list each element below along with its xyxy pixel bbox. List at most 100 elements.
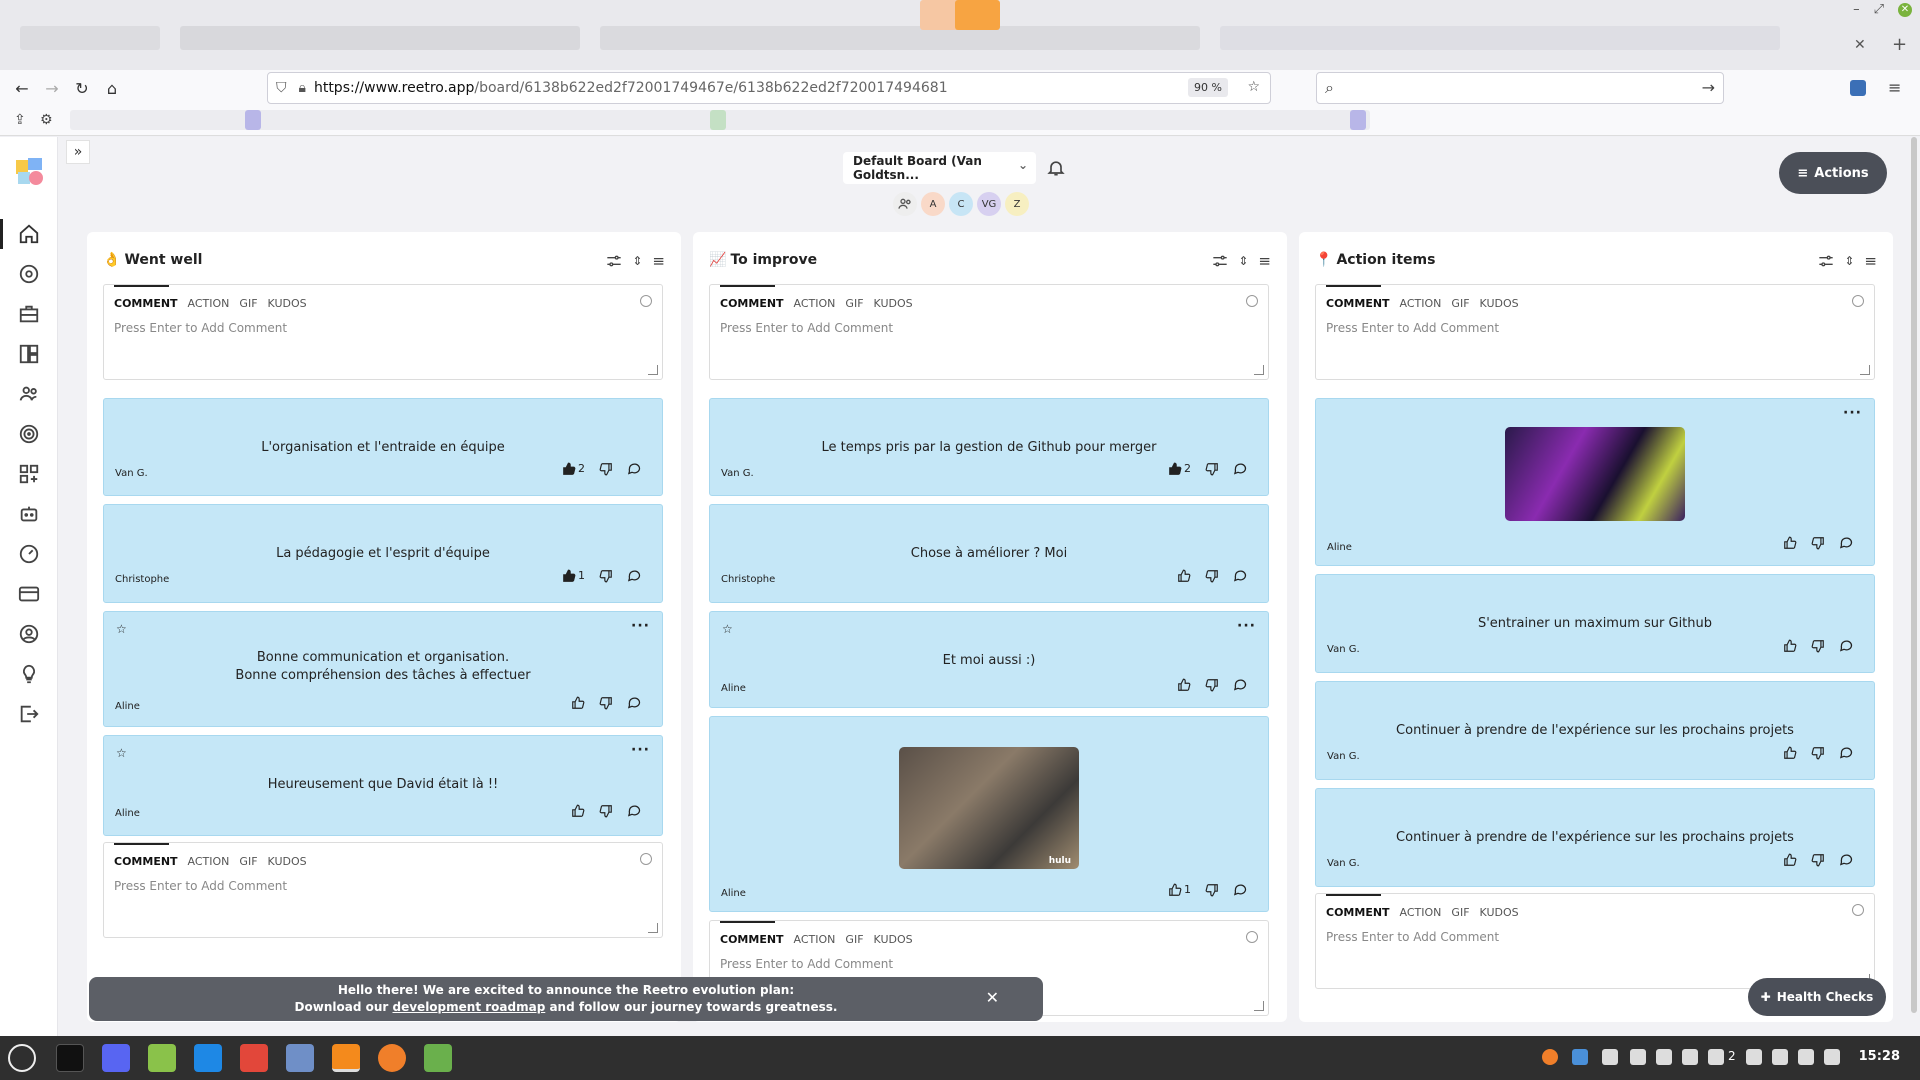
retro-card[interactable]: Continuer à prendre de l'expérience sur … xyxy=(1315,681,1875,780)
comment-composer[interactable]: COMMENT ACTION GIF KUDOS Press Enter to Add … xyxy=(103,842,663,938)
tray-wifi-icon[interactable] xyxy=(1772,1049,1788,1065)
comment-icon[interactable] xyxy=(1839,535,1854,550)
actions-button[interactable]: ≡ Actions xyxy=(1779,152,1887,194)
go-arrow-icon[interactable]: → xyxy=(1702,78,1715,97)
comment-icon[interactable] xyxy=(627,695,642,710)
comment-input[interactable]: Press Enter to Add Comment xyxy=(114,321,287,335)
comment-icon[interactable] xyxy=(627,461,642,476)
close-tab-icon[interactable]: ✕ xyxy=(1854,37,1866,53)
comment-input[interactable]: Press Enter to Add Comment xyxy=(114,879,287,893)
comment-composer[interactable]: COMMENT ACTION GIF KUDOS Press Enter to Add … xyxy=(709,284,1269,380)
composer-tab-gif[interactable]: GIF xyxy=(239,297,257,310)
comment-input[interactable]: Press Enter to Add Comment xyxy=(720,321,893,335)
dislike-button[interactable] xyxy=(1811,853,1825,867)
like-button[interactable]: 2 xyxy=(562,462,585,476)
tray-clipboard-icon[interactable] xyxy=(1656,1049,1672,1065)
new-tab-icon[interactable]: + xyxy=(1892,34,1907,55)
more-options-icon[interactable]: ··· xyxy=(631,742,650,758)
tray-xampp-icon[interactable] xyxy=(1542,1049,1558,1065)
bookmark-star-icon[interactable]: ☆ xyxy=(1247,79,1260,95)
tray-discord-icon[interactable] xyxy=(1602,1049,1618,1065)
emoji-icon[interactable] xyxy=(640,853,652,865)
comment-input[interactable]: Press Enter to Add Comment xyxy=(720,957,893,971)
retro-card[interactable]: Le temps pris par la gestion de Github p… xyxy=(709,398,1269,496)
composer-tab-kudos[interactable]: KUDOS xyxy=(1480,297,1519,310)
sort-icon[interactable]: ⇕ xyxy=(632,254,642,268)
like-button[interactable] xyxy=(1177,678,1191,692)
health-checks-button[interactable]: ✚ Health Checks xyxy=(1748,978,1886,1016)
composer-tab-kudos[interactable]: KUDOS xyxy=(268,855,307,868)
resize-handle-icon[interactable] xyxy=(1254,365,1264,375)
composer-tab-comment[interactable]: COMMENT xyxy=(114,285,178,310)
composer-tab-action[interactable]: ACTION xyxy=(1400,297,1442,310)
composer-tab-comment[interactable]: COMMENT xyxy=(1326,894,1390,919)
like-button[interactable] xyxy=(1783,853,1797,867)
url-bar[interactable]: ⛉ 🔒︎ https://www.reetro.app /board/6138b… xyxy=(267,72,1271,104)
extension-icon[interactable] xyxy=(1850,80,1866,96)
tray-bluetooth2-icon[interactable] xyxy=(1630,1049,1646,1065)
composer-tab-action[interactable]: ACTION xyxy=(794,933,836,946)
composer-tab-kudos[interactable]: KUDOS xyxy=(874,297,913,310)
firefox-icon[interactable] xyxy=(332,1044,360,1072)
menu-icon[interactable]: ≡ xyxy=(1888,78,1901,97)
star-icon[interactable]: ☆ xyxy=(116,746,127,760)
resize-handle-icon[interactable] xyxy=(648,923,658,933)
logout-icon[interactable] xyxy=(17,702,41,726)
search-bar[interactable]: ⌕ → xyxy=(1316,72,1724,104)
composer-tab-kudos[interactable]: KUDOS xyxy=(268,297,307,310)
members-icon[interactable] xyxy=(893,192,917,216)
comment-input[interactable]: Press Enter to Add Comment xyxy=(1326,321,1499,335)
like-button[interactable]: 1 xyxy=(562,569,585,583)
more-options-icon[interactable]: ··· xyxy=(631,618,650,634)
dislike-button[interactable] xyxy=(1811,639,1825,653)
profile-icon[interactable] xyxy=(17,622,41,646)
member-avatar[interactable]: VG xyxy=(977,192,1001,216)
emoji-icon[interactable] xyxy=(1852,904,1864,916)
comment-composer[interactable]: COMMENT ACTION GIF KUDOS Press Enter to Add … xyxy=(103,284,663,380)
like-button[interactable]: 2 xyxy=(1168,462,1191,476)
like-button[interactable] xyxy=(1783,639,1797,653)
board-selector[interactable]: Default Board (Van Goldtsn... ⌄ xyxy=(843,152,1036,184)
member-avatar[interactable]: C xyxy=(949,192,973,216)
retro-card[interactable]: S'entrainer un maximum sur Github Van G. xyxy=(1315,574,1875,673)
filter-icon[interactable] xyxy=(1212,254,1228,268)
layout-icon[interactable] xyxy=(17,342,41,366)
dislike-button[interactable] xyxy=(1205,462,1219,476)
tray-notification-icon[interactable] xyxy=(1708,1049,1724,1065)
like-button[interactable] xyxy=(571,696,585,710)
apps-icon[interactable] xyxy=(17,462,41,486)
comment-composer[interactable]: COMMENT ACTION GIF KUDOS Press Enter to Add … xyxy=(1315,893,1875,989)
retro-card[interactable]: ☆ ··· Et moi aussi :) Aline xyxy=(709,611,1269,708)
retro-card[interactable]: Continuer à prendre de l'expérience sur … xyxy=(1315,788,1875,887)
composer-tab-action[interactable]: ACTION xyxy=(1400,906,1442,919)
gauge-icon[interactable] xyxy=(17,542,41,566)
home-nav-icon[interactable] xyxy=(17,222,41,246)
resize-handle-icon[interactable] xyxy=(1860,365,1870,375)
mail-icon[interactable] xyxy=(286,1044,314,1072)
settings-icon[interactable] xyxy=(17,262,41,286)
resize-handle-icon[interactable] xyxy=(648,365,658,375)
sort-icon[interactable]: ⇕ xyxy=(1844,254,1854,268)
more-options-icon[interactable]: ··· xyxy=(1843,405,1862,421)
tray-volume-icon[interactable] xyxy=(1798,1049,1814,1065)
retro-card[interactable]: ··· Aline xyxy=(1315,398,1875,566)
comment-icon[interactable] xyxy=(1233,461,1248,476)
retro-card[interactable]: L'organisation et l'entraide en équipe Va… xyxy=(103,398,663,496)
reetro-logo[interactable] xyxy=(14,156,46,188)
composer-tab-action[interactable]: ACTION xyxy=(188,855,230,868)
filter-icon[interactable] xyxy=(1818,254,1834,268)
comment-icon[interactable] xyxy=(1839,638,1854,653)
robot-icon[interactable] xyxy=(17,502,41,526)
comment-input[interactable]: Press Enter to Add Comment xyxy=(1326,930,1499,944)
lightbulb-icon[interactable] xyxy=(17,662,41,686)
composer-tab-comment[interactable]: COMMENT xyxy=(114,843,178,868)
member-avatar[interactable]: Z xyxy=(1005,192,1029,216)
comment-icon[interactable] xyxy=(1839,852,1854,867)
dislike-button[interactable] xyxy=(1811,746,1825,760)
dislike-button[interactable] xyxy=(599,696,613,710)
discord-icon[interactable] xyxy=(102,1044,130,1072)
dislike-button[interactable] xyxy=(1205,883,1219,897)
xampp-icon[interactable] xyxy=(378,1044,406,1072)
retro-card[interactable]: ☆ ··· Bonne communication et organisation.… xyxy=(103,611,663,727)
comment-icon[interactable] xyxy=(1233,882,1248,897)
